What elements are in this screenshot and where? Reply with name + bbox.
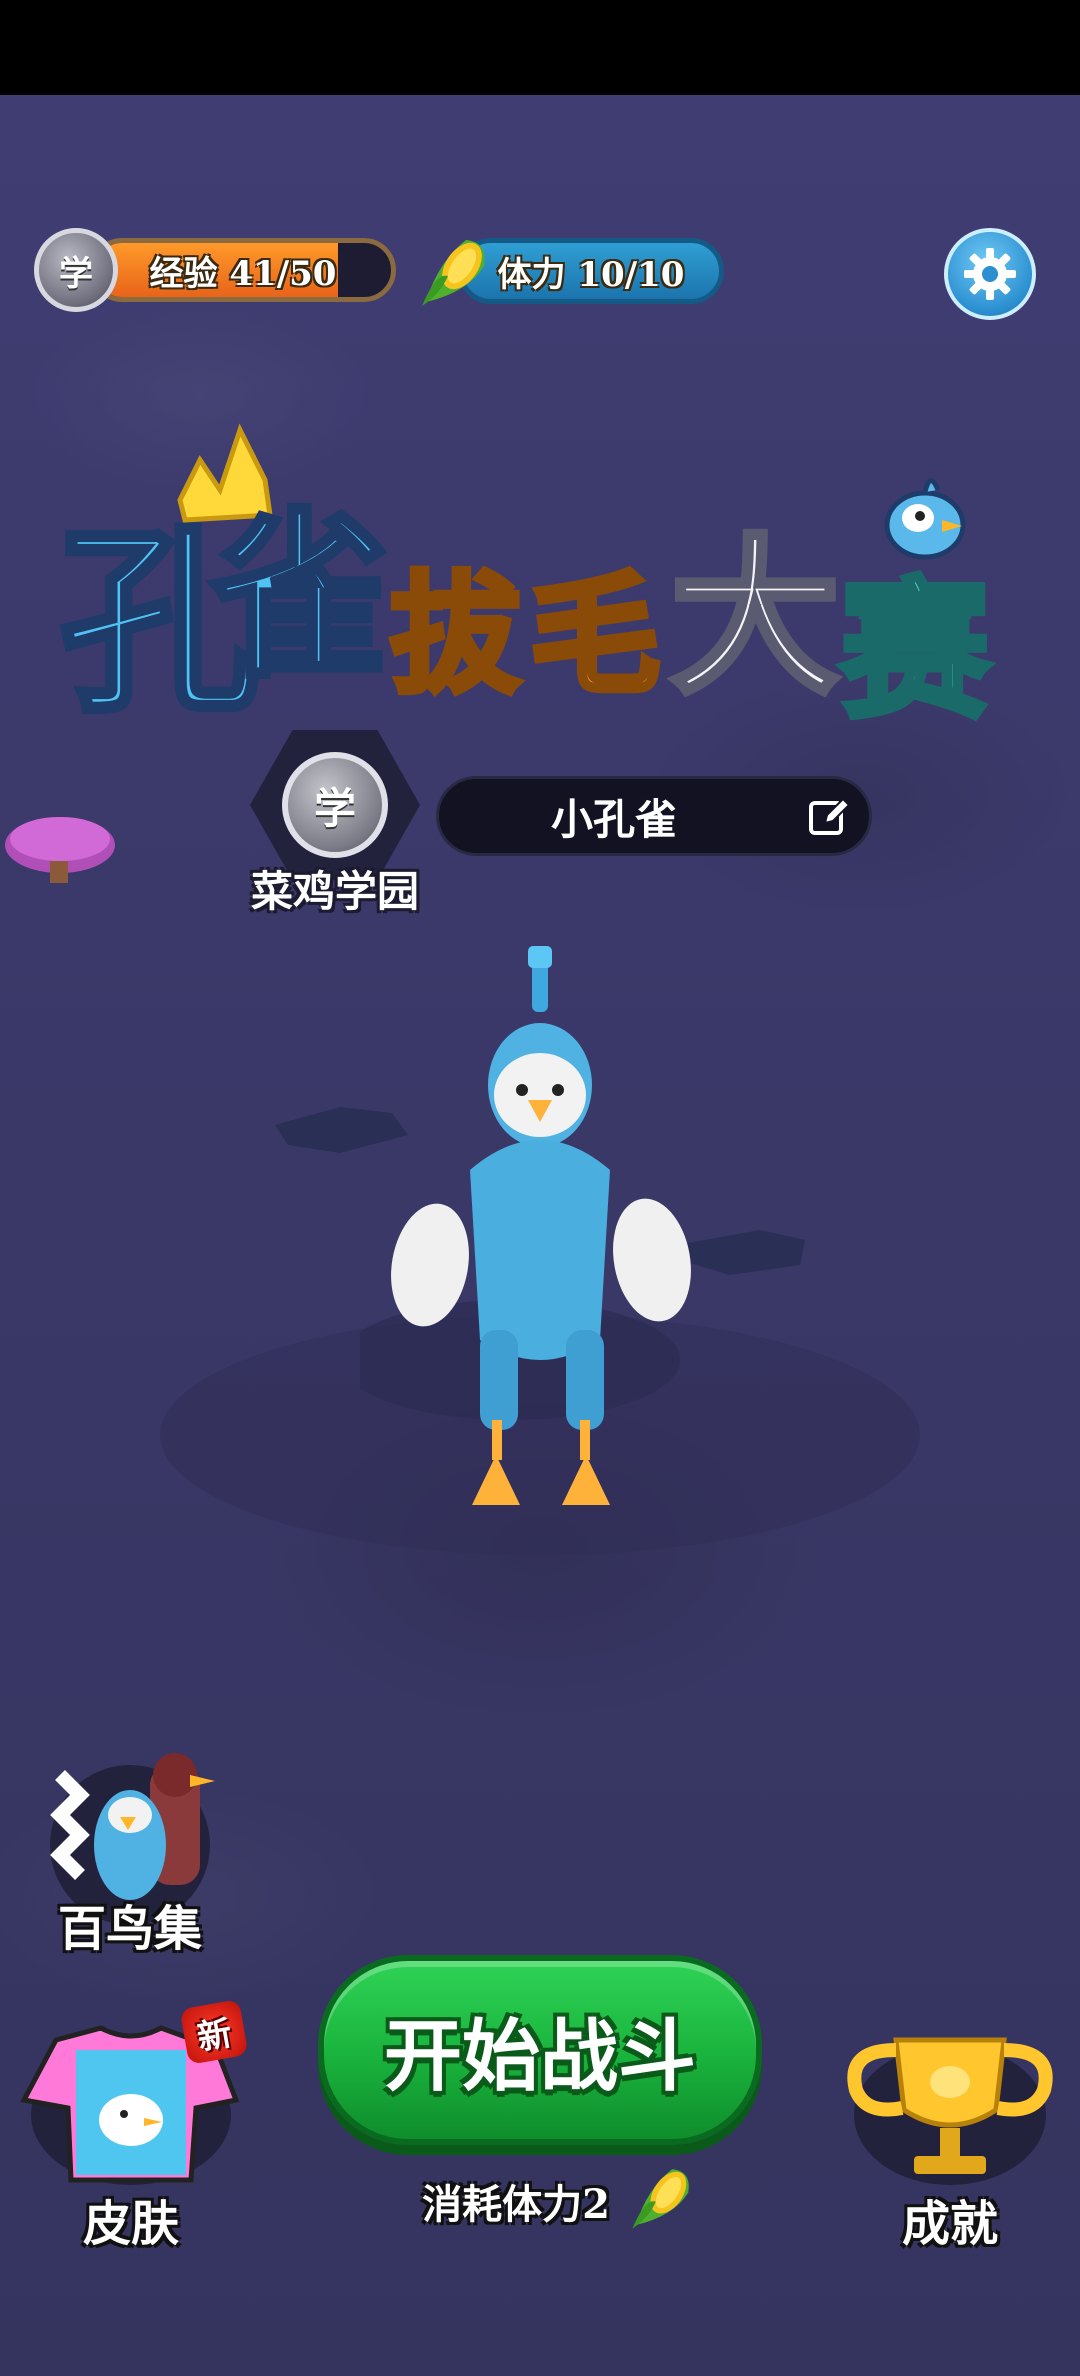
experience-label: 经验 41/50 — [149, 253, 337, 294]
start-battle-button[interactable]: 开始战斗 — [318, 1955, 762, 2145]
trophy-icon — [847, 2037, 1053, 2185]
edit-icon[interactable] — [807, 795, 851, 839]
bird-collection-label: 百鸟集 — [57, 1901, 202, 1957]
skin-label: 皮肤 — [82, 2196, 179, 2252]
peacock-character[interactable] — [360, 940, 720, 1510]
achievement-label: 成就 — [901, 2196, 998, 2252]
title-char-4: 毛 — [527, 556, 663, 714]
start-battle-label: 开始战斗 — [383, 2011, 696, 2102]
bird-collection-button[interactable]: 百鸟集 — [40, 1735, 220, 1959]
nickname-text: 小孔雀 — [550, 794, 677, 844]
rank-badge-icon[interactable]: 学 — [34, 228, 118, 312]
game-title-logo: 孔 雀 拔 毛 大 赛 — [57, 420, 1020, 743]
stamina-label: 体力 10/10 — [497, 254, 685, 295]
experience-track: 经验 41/50 — [90, 238, 396, 302]
gear-icon — [964, 248, 1016, 300]
achievement-button[interactable]: 成就 — [836, 2020, 1064, 2254]
corn-icon — [632, 2169, 689, 2229]
corn-icon — [422, 240, 485, 306]
rank-name: 菜鸡学园 — [250, 867, 419, 916]
title-char-5: 大 — [667, 517, 843, 721]
title-char-2: 雀 — [207, 490, 393, 705]
stamina-track: 体力 10/10 — [458, 238, 724, 304]
settings-button[interactable] — [944, 228, 1036, 320]
bird-decor-icon — [884, 478, 966, 560]
title-char-3: 拔 — [387, 556, 523, 714]
status-bar — [0, 0, 1080, 95]
stamina-cost-label: 消耗体力2 — [422, 2181, 610, 2228]
nickname-field[interactable]: 小孔雀 — [436, 776, 872, 856]
stamina-bar: 体力 10/10 — [418, 232, 728, 312]
rank-icon[interactable]: 学 — [282, 752, 388, 858]
new-badge: 新 — [179, 1999, 249, 2065]
experience-bar: 经验 41/50 学 — [34, 228, 400, 312]
